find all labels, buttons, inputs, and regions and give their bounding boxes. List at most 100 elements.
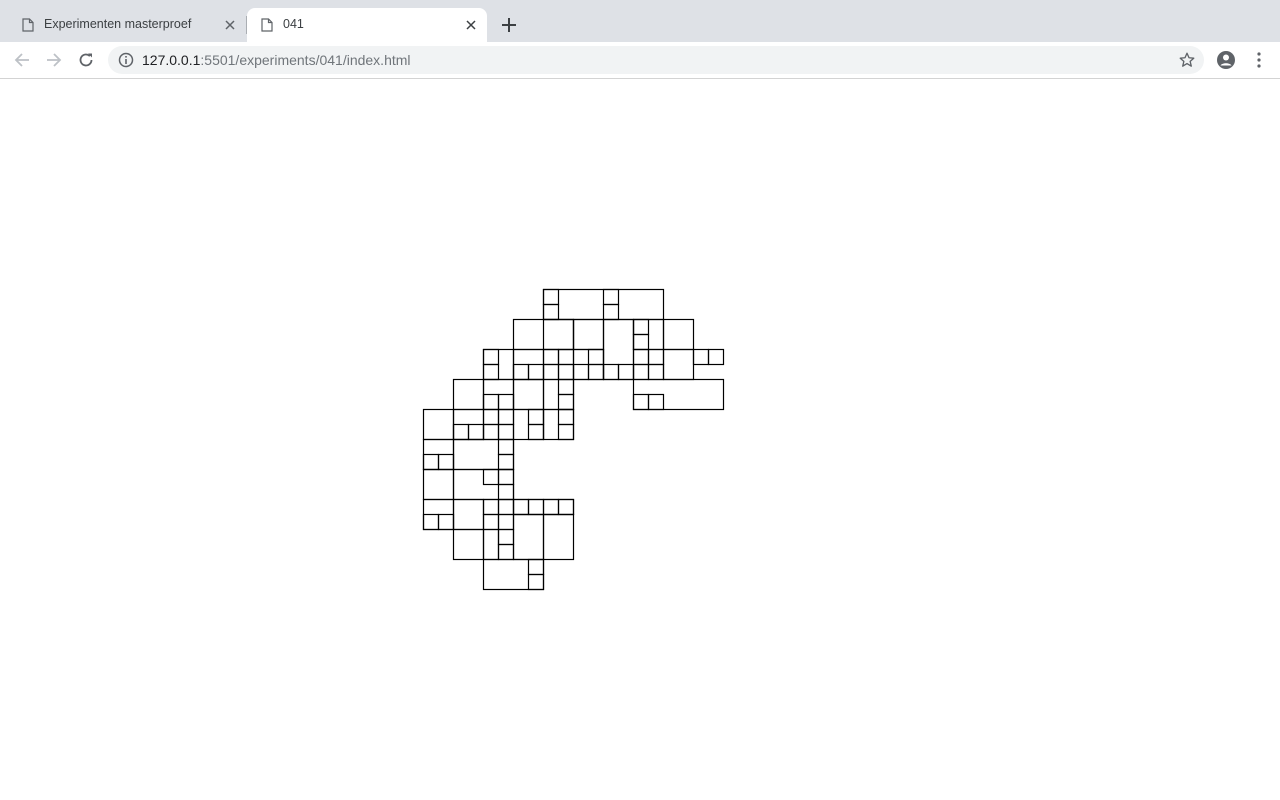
grid-cell	[497, 498, 515, 516]
address-bar[interactable]: 127.0.0.1:5501/experiments/041/index.htm…	[108, 46, 1204, 74]
grid-cell	[482, 423, 500, 441]
grid-cell	[497, 408, 515, 426]
grid-cell	[467, 423, 485, 441]
kebab-menu-icon	[1257, 52, 1261, 68]
grid-cell	[527, 498, 545, 516]
grid-cell	[422, 408, 455, 441]
grid-cell	[632, 393, 650, 411]
grid-cell	[527, 408, 545, 426]
grid-cell	[557, 378, 575, 396]
grid-cell	[422, 453, 440, 471]
grid-cell	[542, 513, 575, 561]
document-icon	[22, 18, 34, 32]
grid-cell	[497, 543, 515, 561]
grid-cell	[632, 348, 650, 366]
grid-cell	[557, 498, 575, 516]
grid-cell	[542, 288, 560, 306]
document-icon	[261, 18, 273, 32]
arrow-left-icon	[14, 53, 29, 67]
grid-cell	[482, 468, 500, 486]
grid-cell	[497, 513, 515, 531]
grid-cell	[437, 453, 455, 471]
tab-041[interactable]: 041	[247, 8, 487, 42]
grid-cell	[542, 303, 560, 321]
grid-cell	[497, 483, 515, 501]
grid-cell	[482, 393, 500, 411]
grid-cell	[557, 363, 575, 381]
account-icon	[1217, 51, 1235, 69]
grid-cell	[632, 333, 650, 351]
grid-cell	[557, 423, 575, 441]
url-text: 127.0.0.1:5501/experiments/041/index.htm…	[142, 52, 411, 68]
grid-cell	[482, 363, 500, 381]
grid-cell	[527, 363, 545, 381]
grid-cell	[497, 468, 515, 486]
grid-cell	[497, 393, 515, 411]
grid-cell	[482, 498, 500, 516]
grid-cell	[452, 528, 485, 561]
grid-cell	[647, 393, 665, 411]
grid-cell	[602, 363, 620, 381]
grid-cell	[512, 498, 530, 516]
grid-cell	[497, 528, 515, 546]
grid-cell	[542, 318, 575, 351]
grid-cell	[662, 348, 695, 381]
grid-cell	[497, 423, 515, 441]
grid-cell	[437, 513, 455, 531]
grid-cell	[452, 423, 470, 441]
grid-cell	[632, 318, 650, 336]
url-host: 127.0.0.1	[142, 52, 201, 68]
reload-button[interactable]	[74, 48, 98, 72]
grid-cell	[542, 498, 560, 516]
grid-cell	[527, 573, 545, 591]
grid-cell	[692, 348, 710, 366]
tab-title: Experimenten masterproef	[44, 17, 192, 31]
grid-cell	[707, 348, 725, 366]
grid-cell	[527, 558, 545, 576]
grid-cell	[662, 318, 695, 351]
grid-cell	[602, 303, 620, 321]
grid-drawing	[422, 288, 725, 591]
grid-cell	[512, 363, 530, 381]
grid-cell	[617, 363, 635, 381]
grid-cell	[587, 363, 605, 381]
url-path: :5501/experiments/041/index.html	[200, 52, 411, 68]
grid-cell	[482, 348, 500, 366]
grid-cell	[557, 348, 575, 366]
info-icon[interactable]	[118, 52, 134, 68]
grid-cell	[422, 513, 440, 531]
browser-toolbar: 127.0.0.1:5501/experiments/041/index.htm…	[0, 42, 1280, 78]
tab-strip: Experimenten masterproef 041	[0, 0, 1280, 42]
tab-title: 041	[283, 17, 304, 31]
close-icon[interactable]	[222, 17, 238, 33]
tab-experimenten[interactable]: Experimenten masterproef	[8, 8, 246, 42]
grid-cell	[527, 423, 545, 441]
grid-cell	[557, 393, 575, 411]
grid-cell	[512, 513, 545, 561]
grid-cell	[602, 288, 620, 306]
forward-button[interactable]	[42, 48, 66, 72]
profile-button[interactable]	[1214, 48, 1238, 72]
star-icon[interactable]	[1178, 51, 1196, 69]
grid-cell	[422, 468, 455, 501]
grid-cell	[647, 348, 665, 366]
grid-cell	[482, 408, 500, 426]
grid-cell	[587, 348, 605, 366]
page-viewport	[0, 79, 1280, 800]
grid-cell	[482, 513, 500, 531]
plus-icon	[502, 18, 516, 32]
back-button[interactable]	[10, 48, 34, 72]
menu-button[interactable]	[1247, 48, 1271, 72]
new-tab-button[interactable]	[497, 13, 521, 37]
grid-cell	[647, 363, 665, 381]
grid-cell	[572, 363, 590, 381]
close-icon[interactable]	[463, 17, 479, 33]
grid-cell	[452, 378, 485, 411]
reload-icon	[79, 53, 93, 67]
grid-cell	[452, 498, 485, 531]
grid-cell	[497, 438, 515, 456]
grid-cell	[542, 348, 560, 366]
grid-cell	[557, 408, 575, 426]
grid-cell	[512, 378, 545, 411]
grid-cell	[542, 363, 560, 381]
